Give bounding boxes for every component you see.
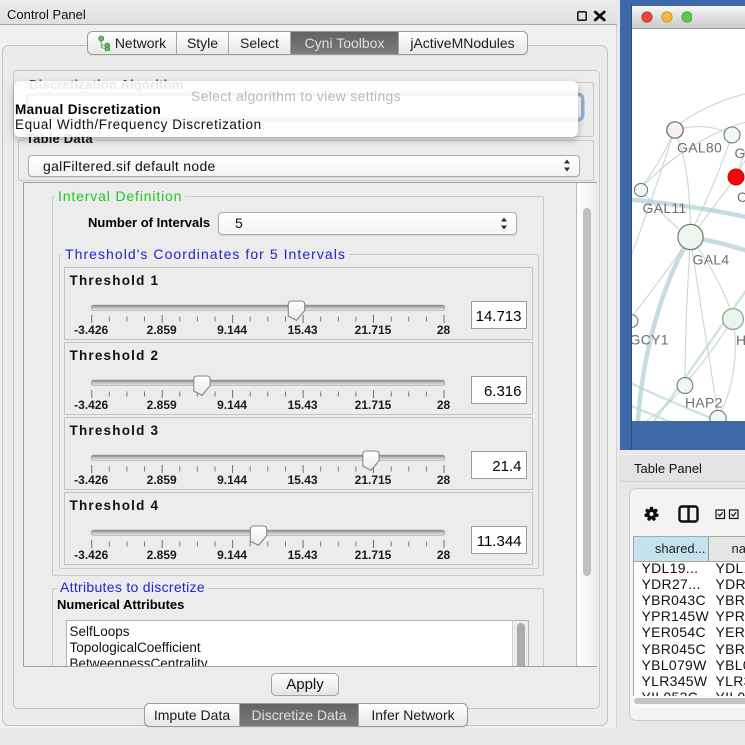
svg-text:GA: GA <box>735 145 745 161</box>
svg-text:GAL80: GAL80 <box>677 139 722 155</box>
svg-text:GAL4: GAL4 <box>693 251 730 267</box>
svg-text:GAL11: GAL11 <box>643 200 687 216</box>
svg-text:C: C <box>737 189 745 205</box>
svg-text:HAP2: HAP2 <box>685 394 723 410</box>
svg-text:GCY1: GCY1 <box>632 331 669 347</box>
svg-text:H: H <box>736 332 745 348</box>
